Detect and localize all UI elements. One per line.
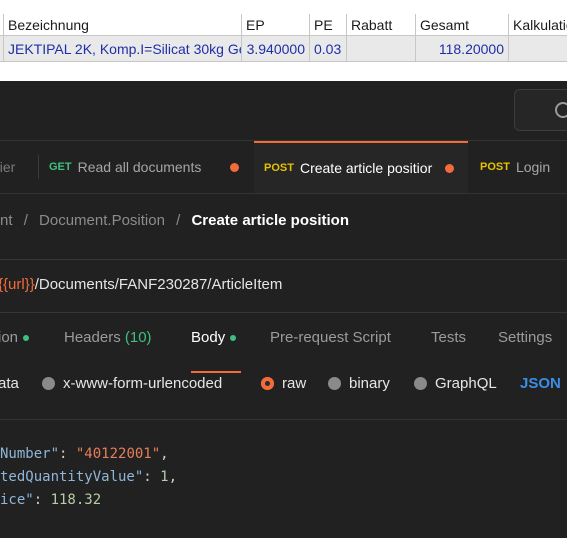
tab-label: Read all documents [77,159,202,175]
header-bezeichnung[interactable]: Bezeichnung [4,14,242,36]
url-bar[interactable]: {{url}}/Documents/FANF230287/ArticleItem [0,259,567,313]
headers-count-badge: (10) [124,329,152,346]
status-dot-icon [23,335,30,342]
json-key: Number" [0,446,60,462]
request-tab-bar: aier GET Read all documents POST Create … [0,140,567,194]
cell-rabatt[interactable] [347,36,416,62]
json-colon: : [33,492,51,508]
tab-create-article-position[interactable]: POST Create article positior [254,141,468,193]
code-line: tedQuantityValue": 1, [0,469,177,485]
breadcrumb-separator: / [23,212,28,229]
json-comma: , [168,469,178,485]
radio-graphql[interactable]: GraphQL [414,375,497,392]
spreadsheet-grid: Bezeichnung EP PE Rabatt Gesamt Kalkulat… [0,14,567,64]
method-badge-post: POST [264,162,294,174]
url-path: /Documents/FANF230287/ArticleItem [34,276,283,293]
json-key: ice" [0,492,34,508]
tab-read-all-documents[interactable]: GET Read all documents [49,141,249,193]
status-dot-icon [230,335,237,342]
json-colon: : [143,469,161,485]
radio-label: raw [282,375,307,392]
page-title: Create article position [191,212,349,229]
tab-prerequest-script[interactable]: Pre-request Script [270,329,391,346]
header-kalkulation[interactable]: Kalkulatio [509,14,567,36]
tab-body[interactable]: Body [191,329,237,346]
grid-header-row: Bezeichnung EP PE Rabatt Gesamt Kalkulat… [0,14,567,36]
search-icon [555,102,567,118]
cell-kalkulation[interactable] [509,36,567,62]
json-colon: : [59,446,76,462]
json-value: "40122001" [75,446,161,462]
method-badge-get: GET [49,161,72,173]
code-line: ice": 118.32 [0,492,101,508]
radio-label: GraphQL [435,375,497,392]
table-row[interactable]: JEKTIPAL 2K, Komp.I=Silicat 30kg Ge 3.94… [0,36,567,62]
tab-params[interactable]: ion [0,329,30,346]
header-gesamt[interactable]: Gesamt [416,14,509,36]
tab-body-label: Body [191,329,226,346]
code-line: Number": "40122001", [0,446,169,462]
url-variable: {{url}} [0,276,35,293]
json-comma: , [160,446,169,462]
url-input[interactable]: {{url}}/Documents/FANF230287/ArticleItem [0,276,282,293]
tab-label: aier [0,159,16,175]
cell-gesamt[interactable]: 118.20000 [416,36,509,62]
tab-params-label: ion [0,329,19,346]
radio-label: binary [349,375,390,392]
radio-icon [42,377,55,390]
tab-tests[interactable]: Tests [431,329,466,346]
cell-pe[interactable]: 0.03 [310,36,347,62]
unsaved-dot-icon [444,163,454,173]
header-pe[interactable]: PE [310,14,347,36]
search-box[interactable] [514,89,567,131]
json-key: tedQuantityValue" [0,469,144,485]
radio-icon [328,377,341,390]
tab-truncated[interactable]: aier [0,141,38,193]
api-client-window: aier GET Read all documents POST Create … [0,81,567,538]
body-editor[interactable]: Number": "40122001", tedQuantityValue": … [0,419,567,538]
tab-divider [38,155,39,179]
breadcrumb-separator: / [176,212,181,229]
breadcrumb-item[interactable]: Document.Position [39,212,165,229]
method-badge-post: POST [480,161,510,173]
header-ep[interactable]: EP [242,14,310,36]
json-value: 118.32 [50,492,102,508]
unsaved-dot-icon [230,162,239,172]
radio-icon [414,377,427,390]
tab-label: Login [515,159,551,175]
tab-label: Create article positior [299,160,433,176]
tab-login[interactable]: POST Login [480,141,567,193]
tab-headers-label: Headers [64,329,121,346]
format-dropdown[interactable]: JSON [520,375,561,392]
json-value: 1 [160,469,169,485]
header-rabatt[interactable]: Rabatt [347,14,416,36]
radio-label: ata [0,375,19,392]
breadcrumb-item[interactable]: nt [0,212,13,229]
breadcrumb: nt / Document.Position / Create article … [0,212,349,229]
radio-raw[interactable]: raw [261,375,306,392]
radio-selected-icon [261,377,274,390]
cell-ep[interactable]: 3.940000 [242,36,310,62]
active-tab-indicator [191,371,241,373]
radio-x-www-form-urlencoded[interactable]: x-www-form-urlencoded [42,375,222,392]
radio-form-data[interactable]: ata [0,375,19,392]
cell-bezeichnung[interactable]: JEKTIPAL 2K, Komp.I=Silicat 30kg Ge [4,36,242,62]
radio-binary[interactable]: binary [328,375,390,392]
tab-settings[interactable]: Settings [498,329,552,346]
tab-headers[interactable]: Headers (10) [64,329,152,346]
radio-label: x-www-form-urlencoded [63,375,223,392]
